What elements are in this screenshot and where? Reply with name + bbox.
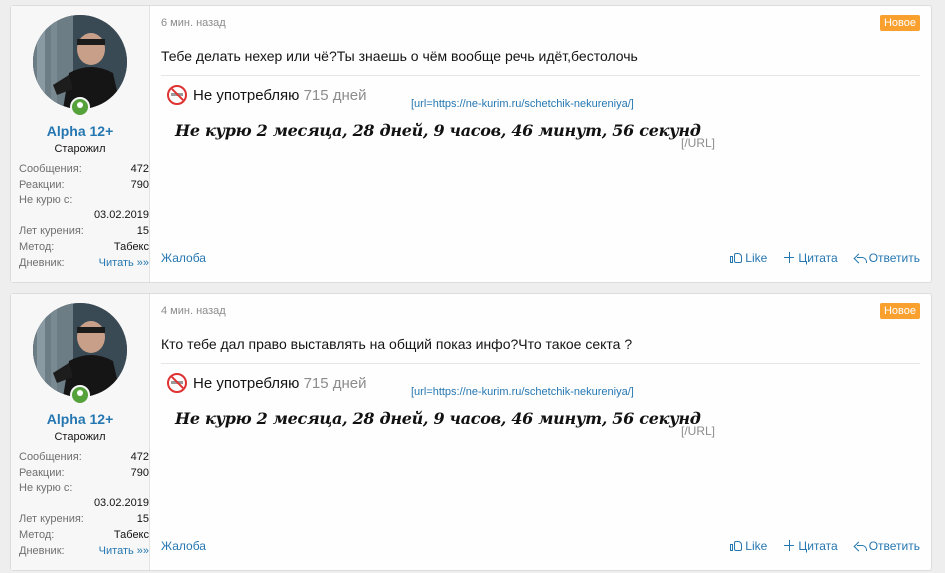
post-message: Тебе делать нехер или чё?Ты знаешь о чём… (161, 48, 638, 64)
post-main: 4 мин. назад Новое Кто тебе дал право вы… (150, 294, 931, 570)
like-button[interactable]: Like (730, 539, 767, 553)
signature-url[interactable]: [url=https://ne-kurim.ru/schetchik-nekur… (411, 98, 634, 110)
nosmoke-date: 03.02.2019 (93, 497, 149, 509)
method-label: Метод: (19, 241, 55, 253)
avatar[interactable] (33, 303, 127, 397)
messages-label: Сообщения: (19, 451, 82, 463)
years-label: Лет курения: (19, 513, 84, 525)
method-value: Табекс (113, 241, 149, 253)
user-info-panel: Alpha 12+ Старожил Сообщения: 472 Реакции… (11, 294, 150, 570)
quote-button[interactable]: Цитата (783, 539, 838, 553)
signature-close-tag: [/URL] (681, 136, 716, 150)
years-label: Лет курения: (19, 225, 84, 237)
post: Alpha 12+ Старожил Сообщения: 472 Реакции… (10, 293, 932, 571)
reply-button[interactable]: Ответить (854, 539, 920, 553)
reply-icon (854, 252, 867, 264)
new-badge: Новое (879, 15, 920, 31)
user-info-panel: Alpha 12+ Старожил Сообщения: 472 Реакции… (11, 6, 150, 282)
quote-label: Цитата (798, 539, 838, 553)
plus-icon (783, 540, 795, 552)
signature-close-tag: [/URL] (681, 424, 716, 438)
like-button[interactable]: Like (730, 251, 767, 265)
report-link[interactable]: Жалоба (161, 251, 206, 265)
user-stats: Сообщения: 472 Реакции: 790 Не курю с: 03.… (19, 449, 149, 559)
nosmoke-label: Не курю с: (19, 194, 73, 206)
like-label: Like (745, 251, 768, 265)
post-main: 6 мин. назад Новое Тебе делать нехер или… (150, 6, 931, 282)
online-status-icon (70, 97, 90, 117)
thumbs-up-icon (730, 540, 743, 552)
reactions-count: 790 (130, 179, 149, 191)
signature-label: Не употребляю (193, 375, 300, 392)
reactions-label: Реакции: (19, 179, 65, 191)
signature-days: 715 дней (303, 87, 367, 104)
user-title: Старожил (54, 431, 106, 443)
reactions-label: Реакции: (19, 467, 65, 479)
nosmoke-date: 03.02.2019 (93, 209, 149, 221)
report-link[interactable]: Жалоба (161, 539, 206, 553)
diary-link[interactable]: Читать »» (99, 543, 149, 559)
no-smoking-icon (167, 373, 187, 393)
reactions-count: 790 (130, 467, 149, 479)
diary-label: Дневник: (19, 257, 65, 269)
method-value: Табекс (113, 529, 149, 541)
signature-days: 715 дней (303, 375, 367, 392)
signature-url[interactable]: [url=https://ne-kurim.ru/schetchik-nekur… (411, 386, 634, 398)
years-value: 15 (136, 513, 149, 525)
reply-label: Ответить (868, 539, 920, 553)
avatar[interactable] (33, 15, 127, 109)
signature-text: Не употребляю 715 дней (193, 87, 367, 104)
plus-icon (783, 252, 795, 264)
messages-count: 472 (130, 163, 149, 175)
diary-link[interactable]: Читать »» (99, 255, 149, 271)
reply-button[interactable]: Ответить (854, 251, 920, 265)
signature-counter: Не курю 2 месяца, 28 дней, 9 часов, 46 м… (175, 121, 701, 140)
method-label: Метод: (19, 529, 55, 541)
post-message: Кто тебе дал право выставлять на общий п… (161, 336, 633, 352)
messages-label: Сообщения: (19, 163, 82, 175)
post-actions: Like Цитата Ответить (730, 539, 920, 553)
post-time[interactable]: 4 мин. назад (161, 305, 226, 317)
signature-counter: Не курю 2 месяца, 28 дней, 9 часов, 46 м… (175, 409, 701, 428)
user-stats: Сообщения: 472 Реакции: 790 Не курю с: 03.… (19, 161, 149, 271)
like-label: Like (745, 539, 768, 553)
reply-icon (854, 540, 867, 552)
quote-button[interactable]: Цитата (783, 251, 838, 265)
username[interactable]: Alpha 12+ (11, 411, 149, 427)
nosmoke-label: Не курю с: (19, 482, 73, 494)
no-smoking-icon (167, 85, 187, 105)
new-badge: Новое (879, 303, 920, 319)
messages-count: 472 (130, 451, 149, 463)
quote-label: Цитата (798, 251, 838, 265)
signature-divider (161, 363, 920, 364)
post: Alpha 12+ Старожил Сообщения: 472 Реакции… (10, 5, 932, 283)
diary-label: Дневник: (19, 545, 65, 557)
signature-text: Не употребляю 715 дней (193, 375, 367, 392)
signature-divider (161, 75, 920, 76)
signature-label: Не употребляю (193, 87, 300, 104)
thumbs-up-icon (730, 252, 743, 264)
post-time[interactable]: 6 мин. назад (161, 17, 226, 29)
reply-label: Ответить (868, 251, 920, 265)
years-value: 15 (136, 225, 149, 237)
username[interactable]: Alpha 12+ (11, 123, 149, 139)
user-title: Старожил (54, 143, 106, 155)
online-status-icon (70, 385, 90, 405)
post-actions: Like Цитата Ответить (730, 251, 920, 265)
